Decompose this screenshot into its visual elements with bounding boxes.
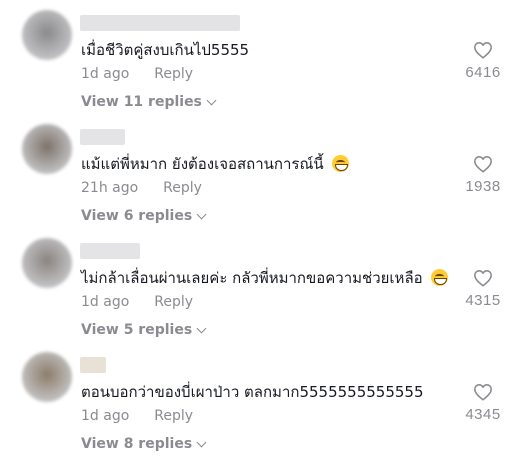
view-replies-button[interactable]: View 6 replies [81,208,207,224]
avatar[interactable] [22,238,72,288]
like-count: 1938 [465,178,501,195]
avatar[interactable] [22,124,72,174]
view-replies-label: View 6 replies [81,208,193,224]
like-button[interactable]: 6416 [458,41,508,81]
comment-item: แม้แต่พี่หมาก ยังต้องเจอสถานการณ์นี้ 21h… [0,114,526,228]
comment-item: เมื่อชีวิตคู่สงบเกินไป5555 1d ago Reply … [0,0,526,114]
avatar[interactable] [22,10,72,60]
avatar[interactable] [22,352,72,402]
view-replies-label: View 5 replies [81,322,193,338]
comment-text: เมื่อชีวิตคู่สงบเกินไป5555 [81,40,249,60]
reply-button[interactable]: Reply [163,180,202,196]
comment-text-content: แม้แต่พี่หมาก ยังต้องเจอสถานการณ์นี้ [81,155,324,173]
comment-text: ตอนบอกว่าของบี่เผาป่าว ตลกมาก55555555555… [81,382,424,402]
comment-meta: 1d ago Reply [81,66,193,82]
like-count: 4345 [465,406,501,423]
grinning-face-icon [431,269,449,286]
comment-meta: 21h ago Reply [81,180,202,196]
heart-outline-icon[interactable] [473,383,493,401]
grinning-face-icon [332,155,350,172]
username-blurred[interactable] [80,243,140,259]
view-replies-label: View 8 replies [81,436,193,452]
comment-text-content: ไม่กล้าเลื่อนผ่านเลยค่ะ กลัวพี่หมากขอควา… [81,269,423,287]
heart-outline-icon[interactable] [473,269,493,287]
view-replies-label: View 11 replies [81,94,202,110]
like-count: 4315 [465,292,501,309]
comment-timestamp: 1d ago [81,66,130,82]
comment-item: ตอนบอกว่าของบี่เผาป่าว ตลกมาก55555555555… [0,342,526,456]
chevron-down-icon [196,209,207,219]
like-count: 6416 [465,64,501,81]
comment-item: ไม่กล้าเลื่อนผ่านเลยค่ะ กลัวพี่หมากขอควา… [0,228,526,342]
comment-timestamp: 1d ago [81,294,130,310]
comment-text: ไม่กล้าเลื่อนผ่านเลยค่ะ กลัวพี่หมากขอควา… [81,268,449,288]
chevron-down-icon [196,437,207,447]
heart-outline-icon[interactable] [473,41,493,59]
view-replies-button[interactable]: View 11 replies [81,94,217,110]
like-button[interactable]: 1938 [458,155,508,195]
username-blurred[interactable] [80,15,240,31]
heart-outline-icon[interactable] [473,155,493,173]
view-replies-button[interactable]: View 8 replies [81,436,207,452]
username-blurred[interactable] [80,357,106,373]
comment-timestamp: 1d ago [81,408,130,424]
like-button[interactable]: 4345 [458,383,508,423]
comment-meta: 1d ago Reply [81,408,193,424]
reply-button[interactable]: Reply [154,294,193,310]
chevron-down-icon [206,95,217,105]
reply-button[interactable]: Reply [154,408,193,424]
like-button[interactable]: 4315 [458,269,508,309]
chevron-down-icon [196,323,207,333]
comment-timestamp: 21h ago [81,180,139,196]
reply-button[interactable]: Reply [154,66,193,82]
username-blurred[interactable] [80,129,125,145]
view-replies-button[interactable]: View 5 replies [81,322,207,338]
comment-meta: 1d ago Reply [81,294,193,310]
comment-text: แม้แต่พี่หมาก ยังต้องเจอสถานการณ์นี้ [81,154,350,174]
comment-text-content: เมื่อชีวิตคู่สงบเกินไป5555 [81,41,250,59]
comment-text-content: ตอนบอกว่าของบี่เผาป่าว ตลกมาก55555555555… [81,383,424,401]
